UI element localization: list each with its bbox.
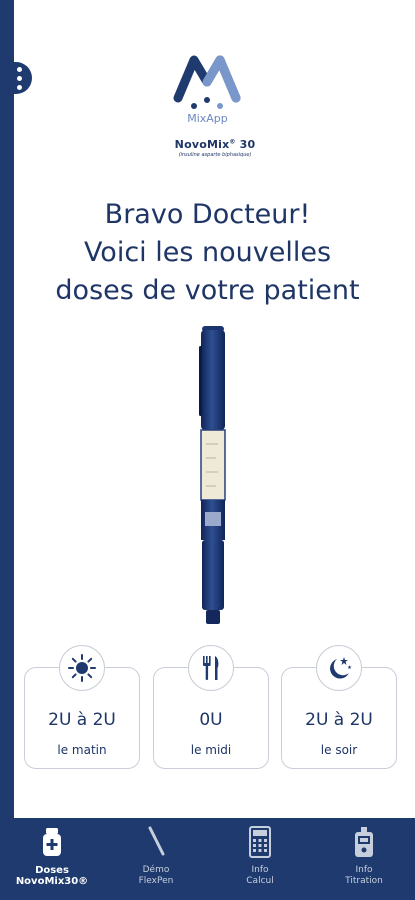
- headline-line-2: Voici les nouvelles: [83, 237, 332, 268]
- fork-knife-icon: [188, 645, 234, 691]
- pen-icon: [104, 826, 208, 858]
- nav-label: Doses NovoMix30®: [15, 865, 89, 887]
- menu-dot: [16, 66, 22, 72]
- mixapp-logo: [173, 55, 241, 109]
- dose-label: le midi: [190, 743, 232, 757]
- dose-value: 2U à 2U: [48, 710, 116, 730]
- nav-doses-novomix[interactable]: Doses NovoMix30®: [0, 818, 104, 900]
- bottom-navigation: Doses NovoMix30® Démo FlexPen Info Calcu…: [0, 818, 415, 900]
- vial-icon: [0, 826, 104, 858]
- nav-demo-flexpen[interactable]: Démo FlexPen: [104, 818, 208, 900]
- nav-info-calcul[interactable]: Info Calcul: [208, 818, 312, 900]
- nav-label: Info Titration: [345, 865, 383, 886]
- dose-label: le soir: [320, 743, 358, 757]
- headline: Bravo Docteur! Voici les nouvelles doses…: [0, 196, 415, 310]
- app-name: MixApp: [187, 112, 228, 125]
- dose-label: le matin: [57, 743, 107, 757]
- headline-line-1: Bravo Docteur!: [104, 199, 311, 230]
- insulin-pen-image: [199, 326, 226, 624]
- product-subtitle: (insuline asparte biphasique): [178, 152, 252, 158]
- menu-dot: [16, 84, 22, 90]
- calculator-icon: [208, 826, 312, 858]
- moon-stars-icon: [316, 645, 362, 691]
- nav-label: Info Calcul: [246, 865, 274, 886]
- glucometer-icon: [312, 826, 415, 858]
- nav-label: Démo FlexPen: [138, 865, 174, 886]
- dose-value: 2U à 2U: [305, 710, 373, 730]
- product-name: NovoMix® 30: [174, 138, 256, 151]
- headline-line-3: doses de votre patient: [55, 275, 360, 306]
- nav-info-titration[interactable]: Info Titration: [312, 818, 415, 900]
- sun-icon: [59, 645, 105, 691]
- dose-value: 0U: [199, 710, 223, 730]
- menu-dot: [16, 75, 22, 81]
- product-logo: NovoMix® 30 (insuline asparte biphasique…: [160, 138, 270, 158]
